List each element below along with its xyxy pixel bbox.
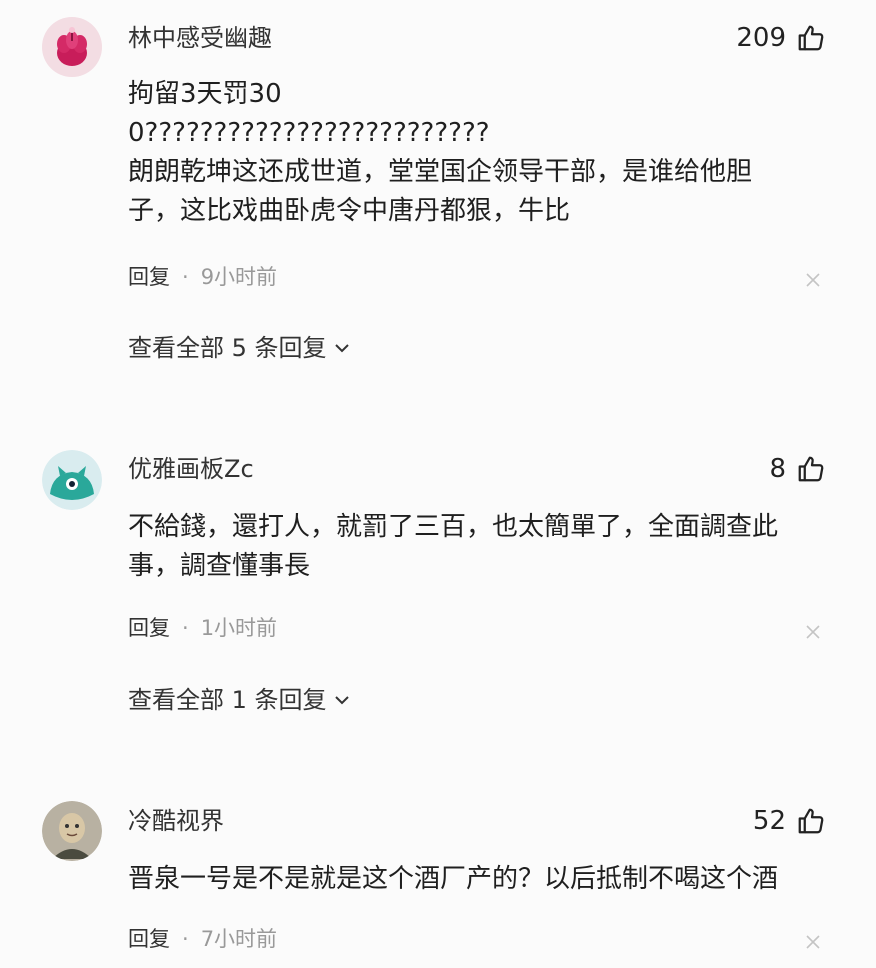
view-all-replies-button[interactable]: 查看全部 1 条回复 bbox=[128, 684, 351, 716]
close-icon[interactable] bbox=[805, 272, 821, 288]
thumbs-up-icon bbox=[798, 808, 824, 834]
timestamp: 1小时前 bbox=[200, 616, 278, 640]
like-count: 52 bbox=[752, 806, 786, 836]
chevron-down-icon bbox=[334, 344, 349, 353]
like-count: 209 bbox=[736, 23, 786, 53]
comment-text: 拘留3天罚30 0????????????????????????? 朗朗乾坤这… bbox=[128, 79, 753, 226]
like-button[interactable]: 209 bbox=[736, 22, 826, 54]
timestamp: 9小时前 bbox=[200, 265, 278, 289]
comment-text: 不給錢，還打人，就罰了三百，也太簡單了，全面調查此 事，調查懂事長 bbox=[128, 512, 779, 581]
view-all-replies-button[interactable]: 查看全部 5 条回复 bbox=[128, 332, 351, 364]
username[interactable]: 优雅画板Zc bbox=[128, 453, 254, 485]
like-button[interactable]: 8 bbox=[769, 453, 826, 485]
reply-button[interactable]: 回复 bbox=[128, 263, 170, 291]
comment-meta: 回复 · 7小时前 bbox=[128, 925, 277, 953]
username[interactable]: 冷酷视界 bbox=[128, 805, 224, 837]
thumbs-up-icon bbox=[798, 25, 824, 51]
lotus-avatar-icon[interactable] bbox=[42, 17, 102, 77]
separator-dot: · bbox=[182, 265, 189, 289]
username[interactable]: 林中感受幽趣 bbox=[128, 22, 272, 54]
close-icon[interactable] bbox=[805, 624, 821, 640]
separator-dot: · bbox=[182, 616, 189, 640]
timestamp: 7小时前 bbox=[200, 927, 278, 951]
like-button[interactable]: 52 bbox=[753, 805, 826, 837]
chevron-down-icon bbox=[334, 696, 349, 705]
view-all-replies-label: 查看全部 5 条回复 bbox=[128, 334, 327, 362]
reply-button[interactable]: 回复 bbox=[128, 925, 170, 953]
comment-meta: 回复 · 1小时前 bbox=[128, 614, 277, 642]
like-count: 8 bbox=[769, 454, 786, 484]
close-icon[interactable] bbox=[805, 934, 821, 950]
comment-text: 晋泉一号是不是就是这个酒厂产的？以后抵制不喝这个酒 bbox=[128, 864, 779, 894]
view-all-replies-label: 查看全部 1 条回复 bbox=[128, 686, 327, 714]
reply-button[interactable]: 回复 bbox=[128, 614, 170, 642]
teal-creature-avatar-icon[interactable] bbox=[42, 450, 102, 510]
comment-meta: 回复 · 9小时前 bbox=[128, 263, 277, 291]
separator-dot: · bbox=[182, 927, 189, 951]
thumbs-up-icon bbox=[798, 456, 824, 482]
photo-avatar-icon[interactable] bbox=[42, 801, 102, 861]
